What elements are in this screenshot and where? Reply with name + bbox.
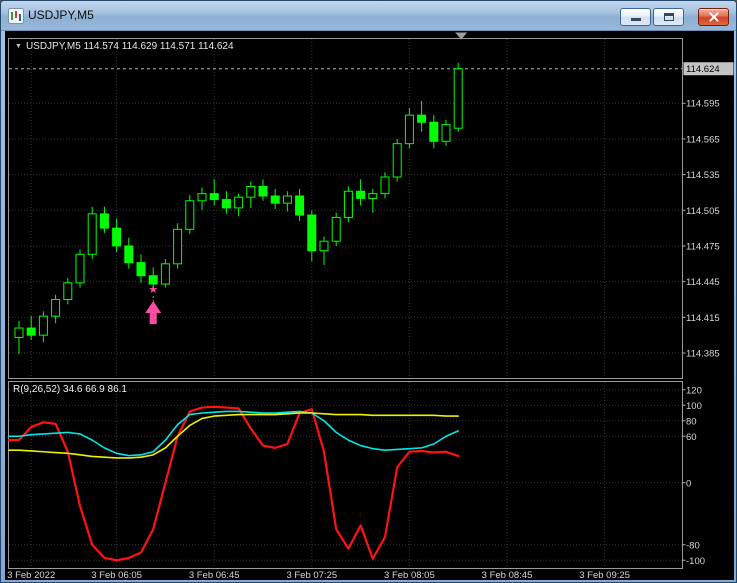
price-scale-label[interactable]: 114.595 (686, 99, 720, 110)
candle-body (75, 253, 85, 284)
title-bar[interactable]: USDJPY,M5 (1, 1, 736, 31)
time-scale-label[interactable]: 3 Feb 2022 (7, 570, 55, 581)
indicator-scale-label[interactable]: -80 (686, 540, 700, 551)
candle-body (148, 275, 158, 285)
mt4-chart-window: USDJPY,M5 ★ 114.595 114.565 114.535 114.505 1… (0, 0, 737, 583)
price-scale-label[interactable]: 114.535 (686, 170, 720, 181)
candle-body (392, 143, 402, 178)
candle-body (160, 263, 170, 285)
candle-body (343, 190, 353, 218)
indicator-pane[interactable] (8, 381, 683, 569)
candle-body (246, 185, 256, 198)
candle-body (356, 190, 366, 199)
chart-area[interactable]: ★ 114.595 114.565 114.535 114.505 114.475 114.… (5, 31, 734, 581)
candle-body (380, 176, 390, 195)
minimize-icon (631, 18, 641, 21)
price-scale-label[interactable]: 114.475 (686, 241, 720, 252)
price-scale-label[interactable]: 114.415 (686, 313, 720, 324)
candle-body (63, 282, 73, 300)
price-scale-label[interactable]: 114.505 (686, 206, 720, 217)
candle-body (404, 114, 414, 145)
time-scale-label[interactable]: 3 Feb 09:25 (579, 570, 630, 581)
indicator-scale-label[interactable]: 0 (686, 478, 691, 489)
window-title: USDJPY,M5 (28, 8, 94, 22)
candle-body (429, 121, 439, 142)
candle-body (453, 68, 463, 129)
candle-body (441, 124, 451, 142)
bid-price-label: 114.624 (686, 64, 720, 75)
candle-body (185, 200, 195, 230)
candle-body (197, 193, 207, 202)
time-scale-label[interactable]: 3 Feb 06:05 (91, 570, 142, 581)
time-scale-label[interactable]: 3 Feb 08:05 (384, 570, 435, 581)
minimize-button[interactable] (620, 8, 651, 26)
star-marker: ★ (148, 284, 158, 296)
candle-body (209, 193, 219, 201)
chart-canvas[interactable]: ★ 114.595 114.565 114.535 114.505 114.475 114.… (5, 31, 734, 581)
indicator-scale-label[interactable]: 100 (686, 401, 702, 412)
time-scale-label[interactable]: 3 Feb 06:45 (189, 570, 240, 581)
price-scale-label[interactable]: 114.445 (686, 277, 720, 288)
indicator-scale-label[interactable]: 120 (686, 385, 702, 396)
candle-body (258, 185, 268, 197)
candle-body (99, 213, 109, 229)
indicator-scale-label[interactable]: 80 (686, 416, 697, 427)
window-icon (8, 8, 24, 24)
candle-body (319, 240, 329, 252)
candle-body (26, 327, 36, 336)
indicator-scale-label[interactable]: -100 (686, 556, 705, 567)
price-scale-label[interactable]: 114.565 (686, 134, 720, 145)
candle-body (368, 193, 378, 199)
price-scale-label[interactable]: 114.385 (686, 349, 720, 360)
candle-body (307, 214, 317, 252)
time-scale-label[interactable]: 3 Feb 07:25 (286, 570, 337, 581)
candle-body (295, 195, 305, 216)
candle-body (270, 195, 280, 204)
candle-body (38, 315, 48, 336)
collapse-icon[interactable]: ▼ (15, 43, 22, 50)
candle-body (112, 227, 122, 247)
candle-body (51, 298, 61, 317)
maximize-button[interactable] (653, 8, 684, 26)
candle-body (14, 327, 24, 339)
candle-body (331, 216, 341, 242)
candle-body (124, 245, 134, 264)
candle-body (173, 228, 183, 265)
candle-body (417, 114, 427, 123)
indicator-scale-label[interactable]: 60 (686, 432, 697, 443)
close-button[interactable] (698, 8, 729, 26)
time-scale-label[interactable]: 3 Feb 08:45 (482, 570, 533, 581)
candle-body (221, 199, 231, 209)
candle-body (87, 213, 97, 255)
candle-body (282, 195, 292, 204)
candle-body (234, 196, 244, 209)
candle-body (136, 262, 146, 277)
maximize-icon (664, 13, 674, 21)
